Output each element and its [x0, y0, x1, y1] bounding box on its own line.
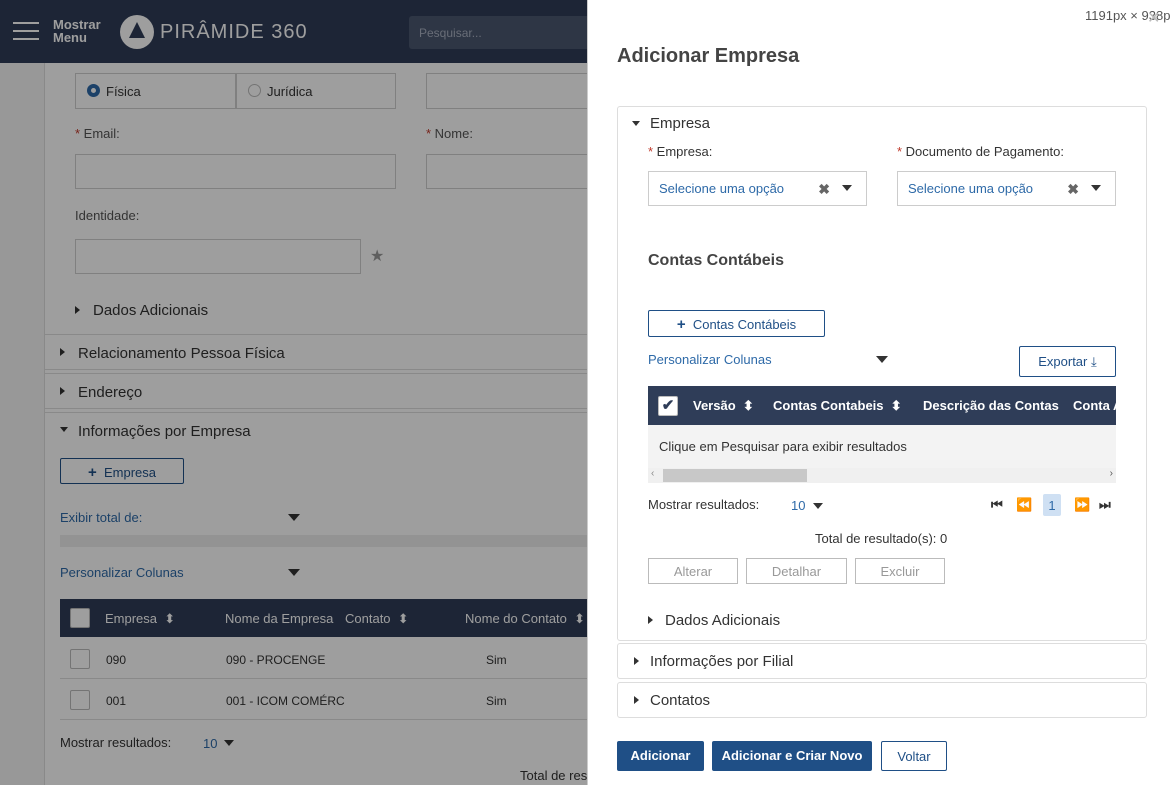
column-header[interactable]: Conta A [1073, 398, 1116, 413]
add-empresa-modal: 1191px × 938p ✕ Adicionar Empresa Empres… [587, 0, 1176, 785]
page-size-select[interactable]: 10 [791, 498, 805, 513]
scrollbar-thumb[interactable] [663, 469, 807, 482]
horizontal-scrollbar[interactable]: ‹ › [648, 468, 1116, 483]
documento-label: * Documento de Pagamento: [897, 144, 1064, 159]
clear-icon[interactable]: ✖ [818, 181, 830, 198]
column-header[interactable]: Versão ⬍ [693, 398, 754, 414]
add-contas-button[interactable]: + Contas Contábeis [648, 310, 825, 337]
modal-title: Adicionar Empresa [617, 45, 800, 67]
caret-right-icon [634, 696, 639, 704]
first-page-icon[interactable]: ⏮ [991, 497, 1003, 513]
modal-backdrop[interactable] [0, 0, 587, 785]
caret-down-icon [632, 121, 640, 126]
caret-right-icon [648, 616, 653, 624]
personalizar-colunas-dropdown[interactable]: Personalizar Colunas [648, 352, 772, 367]
contas-title: Contas Contábeis [648, 252, 785, 269]
dados-adicionais-toggle[interactable]: Dados Adicionais [665, 612, 780, 629]
table-header: ✔ Versão ⬍ Contas Contabeis ⬍ Descrição … [648, 386, 1116, 425]
prev-page-icon[interactable]: ⏪ [1016, 497, 1032, 513]
exportar-button[interactable]: Exportar ⤓ [1019, 346, 1116, 377]
voltar-button[interactable]: Voltar [881, 741, 947, 771]
select-all-checkbox[interactable]: ✔ [658, 396, 678, 416]
documento-select[interactable]: Selecione uma opção ✖ [897, 171, 1116, 206]
close-icon[interactable]: ✕ [1147, 8, 1160, 28]
detalhar-button[interactable]: Detalhar [746, 558, 847, 584]
chevron-down-icon[interactable] [842, 185, 852, 191]
panel-contatos[interactable]: Contatos [617, 682, 1147, 718]
last-page-icon[interactable]: ⏭ [1099, 497, 1111, 513]
alterar-button[interactable]: Alterar [648, 558, 738, 584]
chevron-down-icon[interactable] [1091, 185, 1101, 191]
chevron-down-icon[interactable] [876, 356, 888, 363]
panel-info-filial[interactable]: Informações por Filial [617, 643, 1147, 679]
column-header[interactable]: Contas Contabeis ⬍ [773, 398, 902, 414]
caret-right-icon [634, 657, 639, 665]
panel-empresa: Empresa * Empresa: * Documento de Pagame… [617, 106, 1147, 641]
excluir-button[interactable]: Excluir [855, 558, 945, 584]
panel-info-filial-title: Informações por Filial [650, 653, 794, 670]
empty-message: Clique em Pesquisar para exibir resultad… [648, 425, 1116, 468]
empresa-label: * Empresa: [648, 144, 713, 159]
next-page-icon[interactable]: ⏩ [1074, 497, 1090, 513]
column-header[interactable]: Descrição das Contas Co [923, 398, 1063, 413]
download-icon: ⤓ [1091, 354, 1097, 369]
adicionar-criar-novo-button[interactable]: Adicionar e Criar Novo [712, 741, 872, 771]
clear-icon[interactable]: ✖ [1067, 181, 1079, 198]
total-resultados: Total de resultado(s): 0 [815, 531, 948, 546]
empresa-select[interactable]: Selecione uma opção ✖ [648, 171, 867, 206]
panel-empresa-title[interactable]: Empresa [650, 115, 710, 132]
page-button[interactable]: 1 [1043, 494, 1061, 516]
mostrar-resultados-label: Mostrar resultados: [648, 497, 760, 512]
panel-contatos-title: Contatos [650, 692, 711, 709]
chevron-down-icon[interactable] [813, 503, 823, 509]
adicionar-button[interactable]: Adicionar [617, 741, 704, 771]
